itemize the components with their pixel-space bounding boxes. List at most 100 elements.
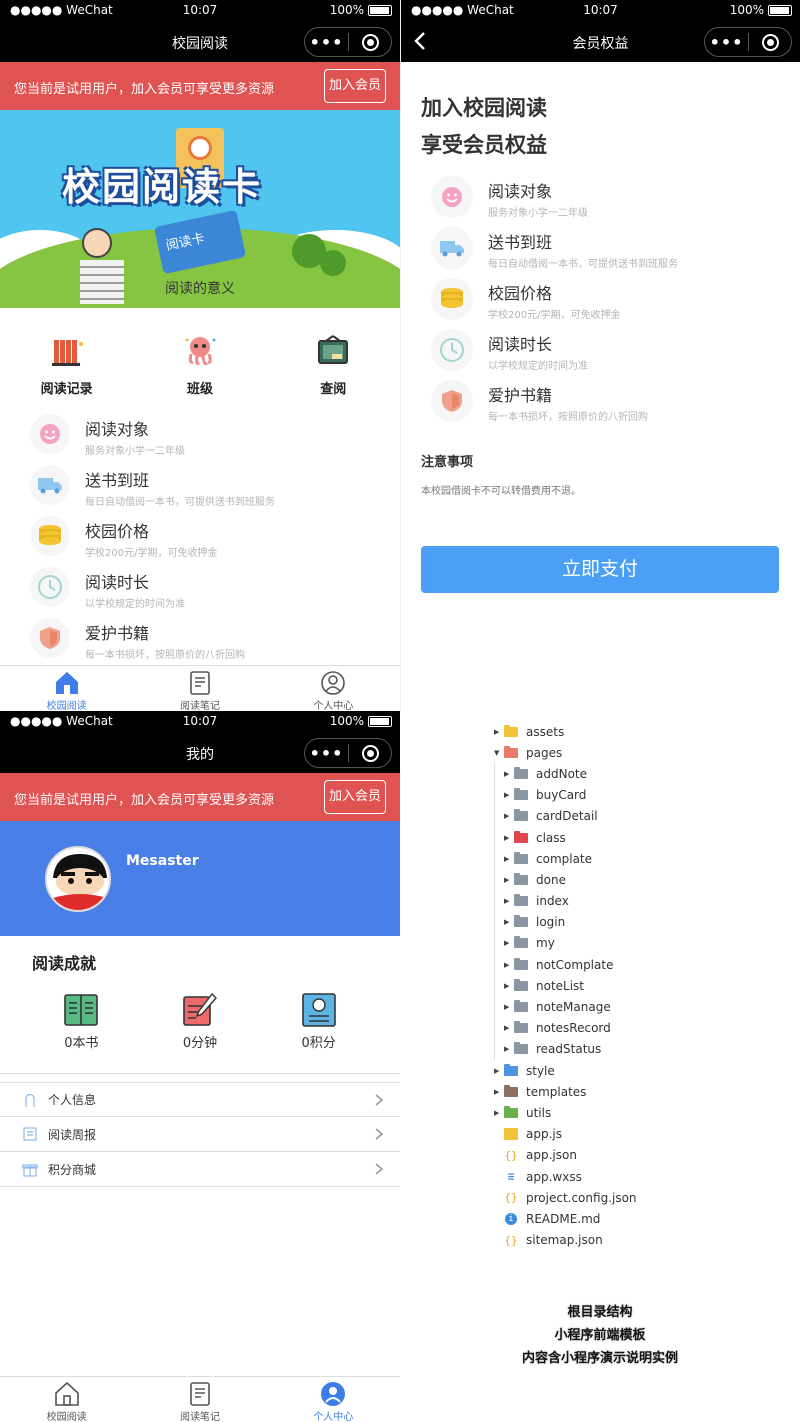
tree-folder-style[interactable]: ▶ style bbox=[494, 1060, 637, 1081]
menu-points-mall[interactable]: 积分商城 bbox=[0, 1152, 400, 1187]
expand-arrow-icon[interactable]: ▶ bbox=[504, 770, 514, 778]
status-bar: ●●●●● WeChat 10:07 100% bbox=[0, 711, 400, 733]
expand-arrow-icon[interactable]: ▶ bbox=[504, 1045, 514, 1053]
close-mini-program-button[interactable] bbox=[349, 744, 391, 762]
more-options-icon[interactable]: ••• bbox=[705, 33, 748, 52]
tree-folder-cardDetail[interactable]: ▶ cardDetail bbox=[494, 805, 637, 827]
tab-reading-notes[interactable]: 阅读笔记 bbox=[133, 1377, 266, 1422]
folder-icon bbox=[514, 851, 528, 864]
expand-arrow-icon[interactable]: ▶ bbox=[494, 728, 504, 736]
join-member-button[interactable]: 加入会员 bbox=[324, 780, 386, 814]
tree-folder-notesRecord[interactable]: ▶ notesRecord bbox=[494, 1017, 637, 1039]
caption-line: 内容含小程序演示说明实例 bbox=[521, 1351, 678, 1366]
tree-folder-login[interactable]: ▶ login bbox=[494, 911, 637, 933]
tab-campus-reading[interactable]: 校园阅读 bbox=[0, 666, 133, 711]
tab-personal-center[interactable]: 个人中心 bbox=[267, 666, 400, 711]
expand-arrow-icon[interactable]: ▶ bbox=[504, 1024, 514, 1032]
expand-arrow-icon[interactable]: ▶ bbox=[504, 791, 514, 799]
tab-reading-notes[interactable]: 阅读笔记 bbox=[133, 666, 266, 711]
avatar[interactable] bbox=[45, 846, 111, 912]
achievement-title: 阅读成就 bbox=[32, 954, 97, 973]
expand-arrow-icon[interactable]: ▶ bbox=[504, 834, 514, 842]
gift-icon bbox=[22, 1164, 38, 1177]
tree-folder-templates[interactable]: ▶ templates bbox=[494, 1081, 637, 1102]
tree-folder-my[interactable]: ▶ my bbox=[494, 932, 637, 955]
expand-arrow-icon[interactable]: ▶ bbox=[504, 897, 514, 905]
tree-folder-buyCard[interactable]: ▶ buyCard bbox=[494, 784, 637, 806]
more-options-icon[interactable]: ••• bbox=[305, 744, 348, 763]
folder-icon bbox=[514, 1042, 528, 1055]
battery-icon bbox=[368, 715, 392, 727]
folder-icon bbox=[514, 957, 528, 970]
pay-now-button[interactable]: 立即支付 bbox=[421, 546, 779, 593]
join-member-button[interactable]: 加入会员 bbox=[324, 69, 386, 103]
expand-arrow-icon[interactable]: ▶ bbox=[504, 961, 514, 969]
menu-reading-weekly[interactable]: 阅读周报 bbox=[0, 1117, 400, 1152]
tree-file-readme[interactable]: i README.md bbox=[494, 1208, 637, 1229]
expand-arrow-icon[interactable]: ▶ bbox=[504, 855, 514, 863]
tree-folder-readStatus[interactable]: ▶ readStatus bbox=[494, 1038, 637, 1060]
tree-folder-assets[interactable]: ▶ assets bbox=[494, 721, 637, 742]
folder-icon bbox=[504, 745, 518, 758]
more-options-icon[interactable]: ••• bbox=[305, 33, 348, 52]
achievement-label: 0积分 bbox=[301, 1036, 336, 1051]
tree-folder-pages[interactable]: ▼ pages bbox=[494, 742, 637, 763]
tree-folder-class[interactable]: ▶ class bbox=[494, 826, 637, 849]
expand-arrow-icon[interactable]: ▶ bbox=[494, 1088, 504, 1096]
folder-icon bbox=[514, 1021, 528, 1034]
coins-icon bbox=[431, 278, 473, 320]
reading-card-label: 阅读卡 bbox=[164, 231, 206, 254]
tab-bar: 校园阅读 阅读笔记 个人中心 bbox=[0, 1376, 400, 1422]
tree-label: index bbox=[536, 894, 569, 909]
tree-file-app-js[interactable]: JS app.js bbox=[494, 1124, 637, 1145]
menu-personal-info[interactable]: 个人信息 bbox=[0, 1082, 400, 1117]
folder-icon bbox=[504, 1105, 518, 1118]
tree-folder-complate[interactable]: ▶ complate bbox=[494, 848, 637, 870]
collapse-arrow-icon[interactable]: ▼ bbox=[494, 749, 504, 757]
tree-file-app-wxss[interactable]: ≡ app.wxss bbox=[494, 1166, 637, 1187]
achievement-label: 0分钟 bbox=[182, 1036, 218, 1051]
tree-file-sitemap[interactable]: {} sitemap.json bbox=[494, 1230, 637, 1251]
tab-label: 个人中心 bbox=[313, 701, 354, 711]
tree-label: app.json bbox=[526, 1148, 577, 1163]
folder-icon bbox=[514, 936, 528, 949]
chevron-right-icon bbox=[375, 1128, 384, 1140]
quick-item-class[interactable]: 班级 bbox=[155, 332, 245, 414]
benefit-title: 阅读时长 bbox=[85, 573, 150, 592]
hero-banner[interactable]: 校园阅读卡 阅读卡 阅读的意义 bbox=[0, 110, 400, 308]
benefit-item: 阅读对象 服务对象小学一二年级 bbox=[431, 176, 800, 227]
tree-folder-addNote[interactable]: ▶ addNote bbox=[494, 763, 637, 785]
tree-folder-noteManage[interactable]: ▶ noteManage bbox=[494, 996, 637, 1018]
tab-personal-center[interactable]: 个人中心 bbox=[267, 1377, 400, 1422]
person-icon bbox=[25, 1093, 35, 1107]
expand-arrow-icon[interactable]: ▶ bbox=[504, 1003, 514, 1011]
expand-arrow-icon[interactable]: ▶ bbox=[504, 918, 514, 926]
tree-folder-notComplate[interactable]: ▶ notComplate bbox=[494, 954, 637, 976]
tree-file-app-json[interactable]: {} app.json bbox=[494, 1145, 637, 1166]
username: Mesaster bbox=[126, 853, 199, 869]
close-mini-program-button[interactable] bbox=[349, 33, 391, 51]
benefit-item: 阅读对象 服务对象小学一二年级 bbox=[30, 414, 400, 465]
expand-arrow-icon[interactable]: ▶ bbox=[504, 982, 514, 990]
benefit-title: 阅读对象 bbox=[85, 420, 150, 439]
expand-arrow-icon[interactable]: ▶ bbox=[494, 1067, 504, 1075]
quick-item-lookup[interactable]: 查阅 bbox=[288, 332, 378, 414]
quick-item-reading-record[interactable]: 阅读记录 bbox=[22, 332, 112, 414]
close-mini-program-button[interactable] bbox=[749, 33, 791, 51]
tree-folder-done[interactable]: ▶ done bbox=[494, 869, 637, 891]
tree-folder-index[interactable]: ▶ index bbox=[494, 890, 637, 912]
smile-face-icon bbox=[30, 414, 70, 454]
expand-arrow-icon[interactable]: ▶ bbox=[504, 876, 514, 884]
benefit-item: 爱护书籍 每一本书损坏，按照原价的八折回购 bbox=[431, 380, 800, 431]
expand-arrow-icon[interactable]: ▶ bbox=[494, 1109, 504, 1117]
tree-file-project-config[interactable]: {} project.config.json bbox=[494, 1187, 636, 1208]
expand-arrow-icon[interactable]: ▶ bbox=[504, 812, 514, 820]
pen-note-icon bbox=[183, 992, 217, 1026]
tab-campus-reading[interactable]: 校园阅读 bbox=[0, 1377, 133, 1422]
member-screen: ●●●●● WeChat 10:07 100% 会员权益 ••• 加入校园阅读 … bbox=[400, 0, 800, 711]
nav-bar: 我的 ••• bbox=[0, 733, 400, 773]
tree-folder-utils[interactable]: ▶ utils bbox=[494, 1102, 637, 1123]
tree-folder-noteList[interactable]: ▶ noteList bbox=[494, 975, 637, 997]
folder-icon bbox=[514, 809, 528, 822]
expand-arrow-icon[interactable]: ▶ bbox=[504, 939, 514, 947]
